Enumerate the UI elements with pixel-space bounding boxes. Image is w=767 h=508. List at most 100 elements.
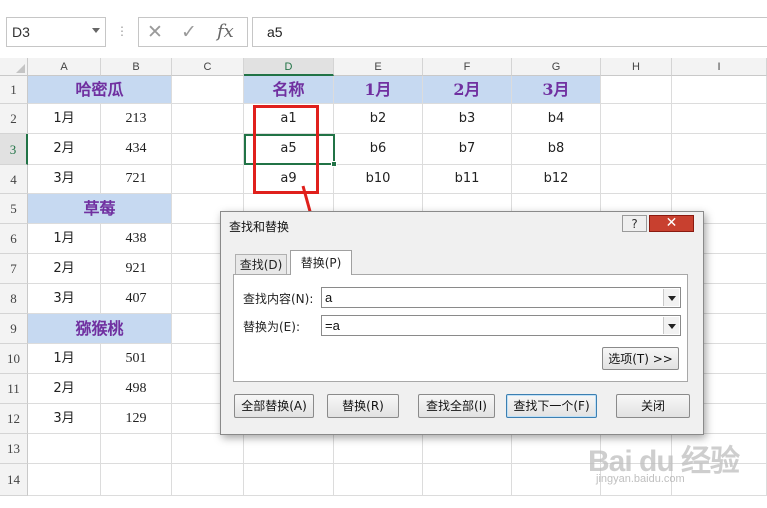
cell-b14[interactable] xyxy=(101,464,172,496)
formula-bar-grip-icon[interactable]: ⋮ xyxy=(116,24,128,38)
cell-b3[interactable]: 434 xyxy=(101,134,172,165)
cell-a9[interactable]: 猕猴桃 xyxy=(28,314,172,344)
replace-all-button[interactable]: 全部替换(A) xyxy=(234,394,314,418)
cell-i2[interactable] xyxy=(672,104,767,134)
row-header-12[interactable]: 12 xyxy=(0,404,28,434)
cell-h2[interactable] xyxy=(601,104,672,134)
cell-f14[interactable] xyxy=(423,464,512,496)
column-header-e[interactable]: E xyxy=(334,58,423,76)
replace-dropdown-button[interactable] xyxy=(663,317,679,334)
find-next-button[interactable]: 查找下一个(F) xyxy=(506,394,597,418)
column-header-c[interactable]: C xyxy=(172,58,244,76)
cell-b13[interactable] xyxy=(101,434,172,464)
row-header-8[interactable]: 8 xyxy=(0,284,28,314)
cell-a2[interactable]: 1月 xyxy=(28,104,101,134)
row-header-10[interactable]: 10 xyxy=(0,344,28,374)
cell-c13[interactable] xyxy=(172,434,244,464)
help-button[interactable]: ? xyxy=(622,215,647,232)
row-header-1[interactable]: 1 xyxy=(0,76,28,104)
close-icon[interactable]: ✕ xyxy=(649,215,694,232)
column-header-d[interactable]: D xyxy=(244,58,334,76)
cell-a6[interactable]: 1月 xyxy=(28,224,101,254)
cell-g4[interactable]: b12 xyxy=(512,165,601,194)
cell-e14[interactable] xyxy=(334,464,423,496)
find-dropdown-button[interactable] xyxy=(663,289,679,306)
cell-i1[interactable] xyxy=(672,76,767,104)
cell-a12[interactable]: 3月 xyxy=(28,404,101,434)
column-header-f[interactable]: F xyxy=(423,58,512,76)
cell-a5[interactable]: 草莓 xyxy=(28,194,172,224)
cell-c4[interactable] xyxy=(172,165,244,194)
cell-e4[interactable]: b10 xyxy=(334,165,423,194)
close-button[interactable]: 关闭 xyxy=(616,394,690,418)
tab-find[interactable]: 查找(D) xyxy=(235,254,287,274)
cell-c3[interactable] xyxy=(172,134,244,165)
options-button[interactable]: 选项(T) >> xyxy=(602,347,679,370)
column-header-g[interactable]: G xyxy=(512,58,601,76)
row-header-14[interactable]: 14 xyxy=(0,464,28,496)
row-header-11[interactable]: 11 xyxy=(0,374,28,404)
cell-i4[interactable] xyxy=(672,165,767,194)
row-header-4[interactable]: 4 xyxy=(0,165,28,194)
row-header-2[interactable]: 2 xyxy=(0,104,28,134)
insert-function-icon[interactable]: fx xyxy=(217,21,234,42)
find-all-button[interactable]: 查找全部(I) xyxy=(418,394,495,418)
cell-d14[interactable] xyxy=(244,464,334,496)
column-header-b[interactable]: B xyxy=(101,58,172,76)
cell-a8[interactable]: 3月 xyxy=(28,284,101,314)
cell-f1[interactable]: 2月 xyxy=(423,76,512,104)
cell-a10[interactable]: 1月 xyxy=(28,344,101,374)
row-header-6[interactable]: 6 xyxy=(0,224,28,254)
cell-b11[interactable]: 498 xyxy=(101,374,172,404)
cell-b4[interactable]: 721 xyxy=(101,165,172,194)
cell-c1[interactable] xyxy=(172,76,244,104)
cell-i3[interactable] xyxy=(672,134,767,165)
cell-h3[interactable] xyxy=(601,134,672,165)
cell-f13[interactable] xyxy=(423,434,512,464)
cell-b12[interactable]: 129 xyxy=(101,404,172,434)
column-header-a[interactable]: A xyxy=(28,58,101,76)
cell-b2[interactable]: 213 xyxy=(101,104,172,134)
cell-h4[interactable] xyxy=(601,165,672,194)
cell-d1[interactable]: 名称 xyxy=(244,76,334,104)
cell-f3[interactable]: b7 xyxy=(423,134,512,165)
cell-f2[interactable]: b3 xyxy=(423,104,512,134)
cell-g3[interactable]: b8 xyxy=(512,134,601,165)
cell-f4[interactable]: b11 xyxy=(423,165,512,194)
cell-a1[interactable]: 哈密瓜 xyxy=(28,76,172,104)
cell-g1[interactable]: 3月 xyxy=(512,76,601,104)
cell-b6[interactable]: 438 xyxy=(101,224,172,254)
fill-handle[interactable] xyxy=(331,161,337,167)
cell-b10[interactable]: 501 xyxy=(101,344,172,374)
cell-e1[interactable]: 1月 xyxy=(334,76,423,104)
name-box[interactable]: D3 xyxy=(6,17,106,47)
column-header-h[interactable]: H xyxy=(601,58,672,76)
row-header-5[interactable]: 5 xyxy=(0,194,28,224)
row-header-9[interactable]: 9 xyxy=(0,314,28,344)
column-header-i[interactable]: I xyxy=(672,58,767,76)
replace-with-combobox[interactable]: =a xyxy=(321,315,681,336)
cell-a3[interactable]: 2月 xyxy=(28,134,101,165)
cancel-icon[interactable]: ✕ xyxy=(147,21,163,43)
cell-a7[interactable]: 2月 xyxy=(28,254,101,284)
enter-icon[interactable]: ✓ xyxy=(181,21,197,43)
cell-c2[interactable] xyxy=(172,104,244,134)
formula-input[interactable]: a5 xyxy=(252,17,767,47)
cell-b7[interactable]: 921 xyxy=(101,254,172,284)
cell-c14[interactable] xyxy=(172,464,244,496)
row-header-7[interactable]: 7 xyxy=(0,254,28,284)
row-header-3[interactable]: 3 xyxy=(0,134,28,165)
cell-a13[interactable] xyxy=(28,434,101,464)
cell-a11[interactable]: 2月 xyxy=(28,374,101,404)
cell-a14[interactable] xyxy=(28,464,101,496)
tab-replace[interactable]: 替换(P) xyxy=(290,250,352,275)
select-all-corner[interactable] xyxy=(0,58,28,76)
cell-e3[interactable]: b6 xyxy=(334,134,423,165)
replace-button[interactable]: 替换(R) xyxy=(327,394,399,418)
chevron-down-icon[interactable] xyxy=(92,28,100,33)
cell-g2[interactable]: b4 xyxy=(512,104,601,134)
find-what-combobox[interactable]: a xyxy=(321,287,681,308)
cell-d13[interactable] xyxy=(244,434,334,464)
cell-a4[interactable]: 3月 xyxy=(28,165,101,194)
cell-b8[interactable]: 407 xyxy=(101,284,172,314)
